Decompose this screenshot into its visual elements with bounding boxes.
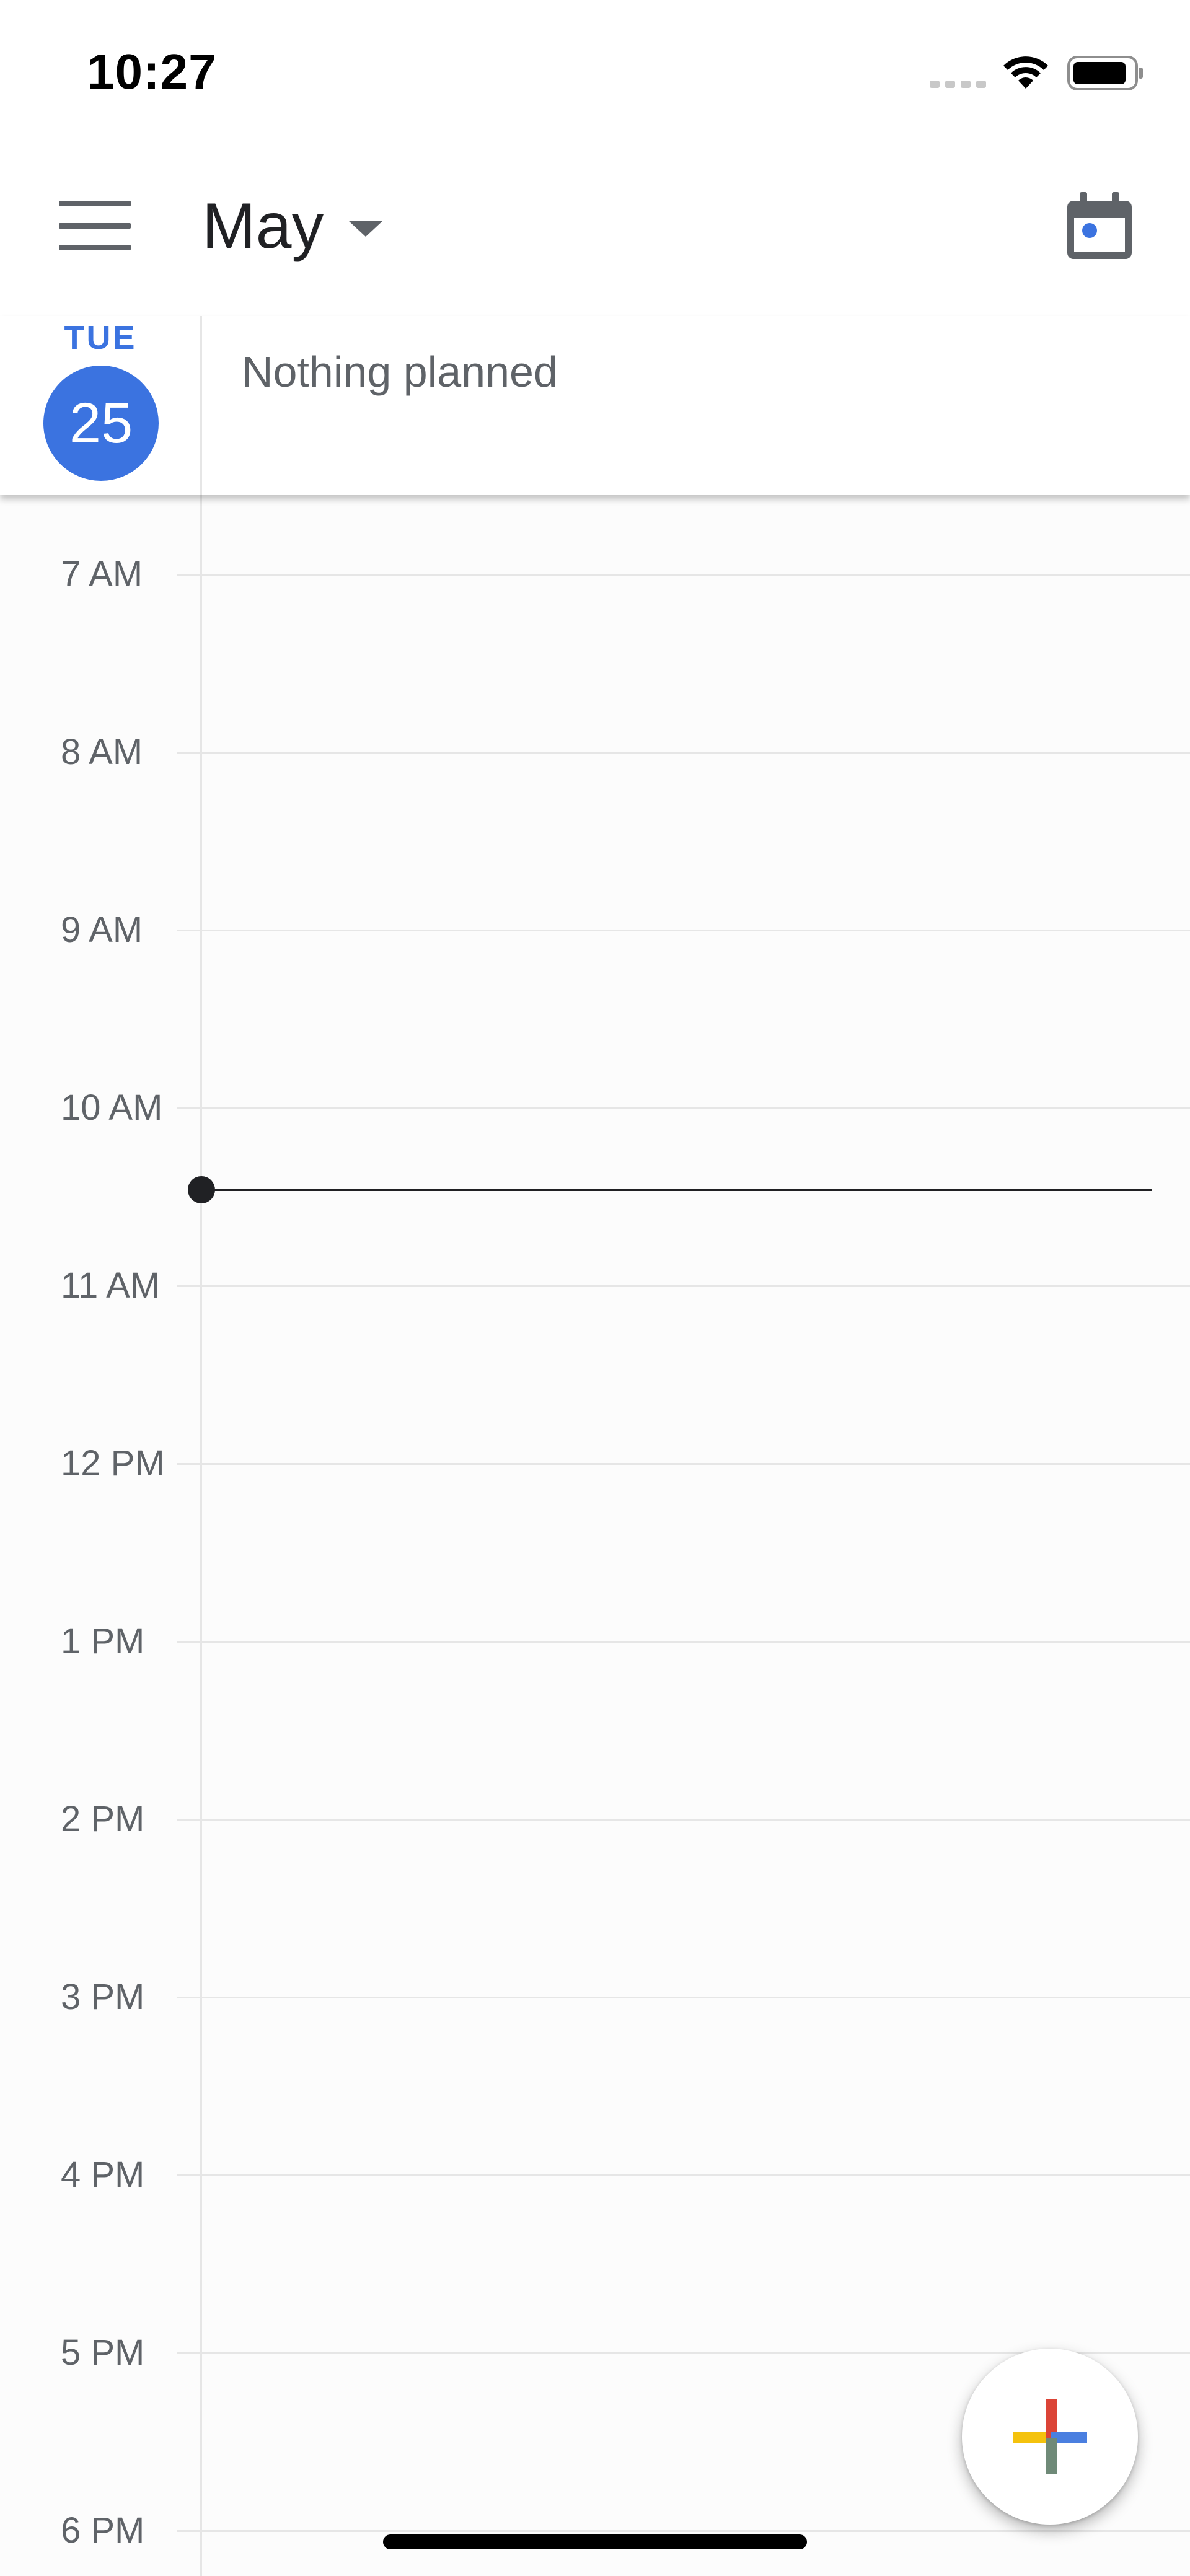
hour-label: 5 PM [61, 2332, 145, 2373]
hour-row: 8 AM [0, 734, 1190, 771]
hour-row: 10 AM [0, 1089, 1190, 1127]
status-bar: 10:27 [0, 0, 1190, 143]
date-badge: 25 [43, 366, 159, 481]
hour-gridline [177, 2174, 1190, 2176]
signal-icon [930, 81, 986, 88]
multicolor-plus-icon [1013, 2399, 1087, 2474]
hour-gridline [177, 1997, 1190, 1998]
create-event-button[interactable] [962, 2349, 1138, 2525]
calendar-today-icon[interactable] [1066, 192, 1133, 260]
hour-gridline [177, 574, 1190, 576]
hour-row: 1 PM [0, 1623, 1190, 1660]
hour-row: 11 AM [0, 1267, 1190, 1304]
battery-icon [1067, 56, 1143, 90]
hour-label: 2 PM [61, 1799, 145, 1839]
column-divider [200, 495, 202, 2576]
app-header: May [0, 143, 1190, 316]
wifi-icon [1003, 56, 1048, 89]
hour-gridline [177, 1641, 1190, 1643]
hour-row: 4 PM [0, 2156, 1190, 2194]
hour-gridline [177, 930, 1190, 931]
hour-label: 10 AM [61, 1088, 163, 1128]
hour-gridline [177, 2530, 1190, 2532]
hour-gridline [177, 1285, 1190, 1287]
hour-row: 3 PM [0, 1979, 1190, 2016]
current-time-dot [188, 1176, 215, 1203]
empty-state-text: Nothing planned [242, 348, 558, 396]
hour-label: 3 PM [61, 1977, 145, 2017]
hour-row: 2 PM [0, 1801, 1190, 1838]
month-picker[interactable]: May [202, 186, 384, 266]
status-time: 10:27 [87, 44, 217, 99]
current-time-line [202, 1189, 1152, 1191]
hour-gridline [177, 1819, 1190, 1821]
home-indicator[interactable] [383, 2534, 807, 2549]
hour-label: 7 AM [61, 554, 143, 594]
hour-row: 9 AM [0, 912, 1190, 949]
hour-label: 4 PM [61, 2155, 145, 2195]
day-timeline[interactable]: 7 AM 8 AM 9 AM 10 AM 11 AM 12 PM 1 PM 2 … [0, 495, 1190, 2576]
hour-label: 9 AM [61, 910, 143, 950]
chevron-down-icon [348, 221, 384, 237]
all-day-section: TUE 25 Nothing planned [0, 316, 1190, 495]
weekday-label: TUE [64, 319, 137, 356]
hour-gridline [177, 1463, 1190, 1465]
hour-label: 6 PM [61, 2510, 145, 2551]
hour-label: 1 PM [61, 1621, 145, 1661]
hour-row: 12 PM [0, 1445, 1190, 1482]
hour-label: 8 AM [61, 732, 143, 772]
hour-row: 7 AM [0, 556, 1190, 593]
column-divider [200, 316, 202, 495]
hamburger-menu-icon[interactable] [59, 201, 131, 250]
hour-label: 12 PM [61, 1443, 165, 1484]
hour-label: 11 AM [61, 1265, 161, 1306]
month-label: May [202, 190, 324, 262]
day-header[interactable]: TUE 25 [0, 316, 201, 495]
hour-gridline [177, 752, 1190, 754]
hour-gridline [177, 1107, 1190, 1109]
